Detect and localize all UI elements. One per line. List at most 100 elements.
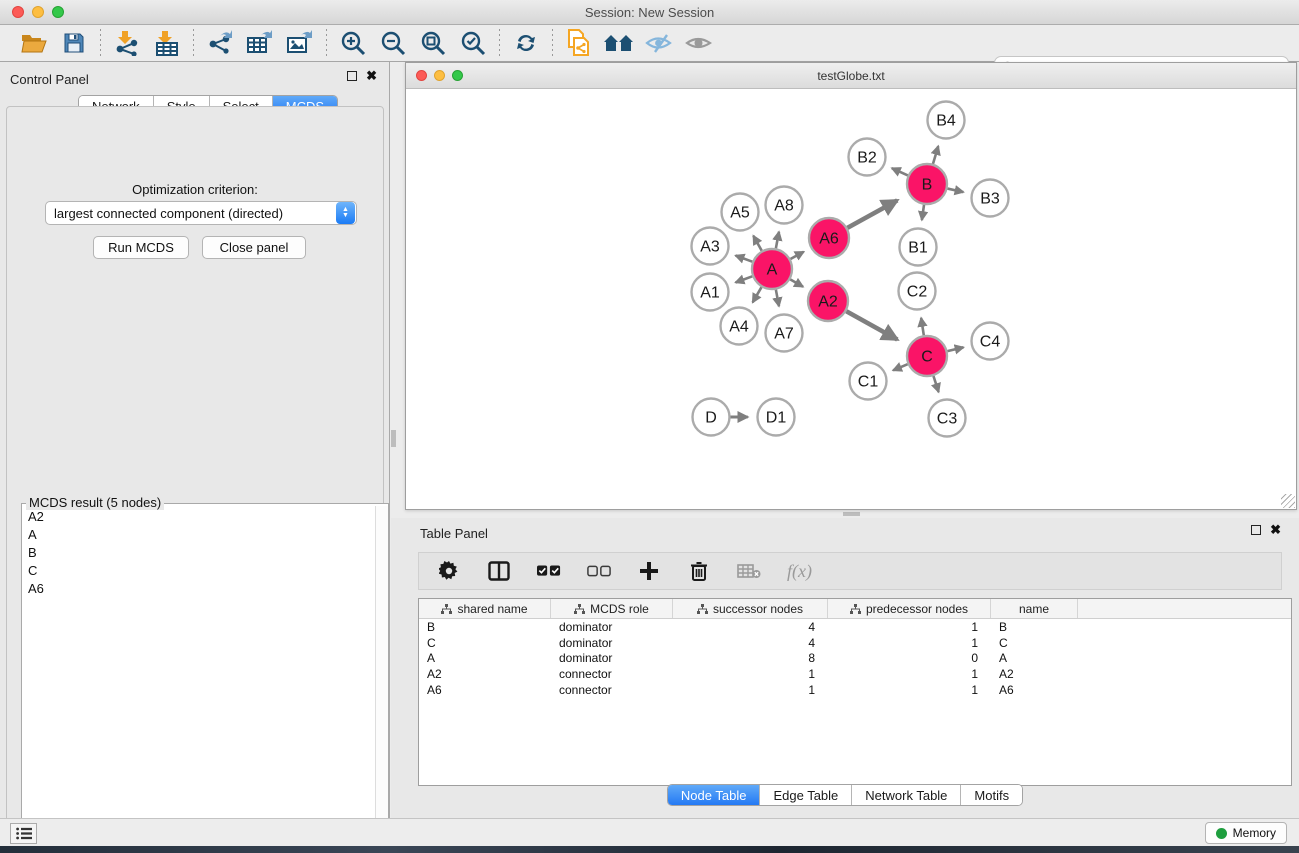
tab-network-table[interactable]: Network Table [852,785,961,805]
close-panel-button[interactable]: Close panel [202,236,306,259]
edge-C-C1[interactable] [893,364,908,370]
add-column-button[interactable] [637,562,661,580]
zoom-in-button[interactable] [333,28,373,58]
horizontal-splitter-grip[interactable] [843,512,860,516]
cell-name[interactable]: B [991,620,1078,634]
refresh-button[interactable] [506,28,546,58]
split-columns-button[interactable] [487,561,511,581]
column-header-MCDS-role[interactable]: MCDS role [551,599,673,618]
table-row[interactable]: Adominator80A [419,650,1291,666]
cell-shared-name[interactable]: C [419,636,551,650]
edge-B-B3[interactable] [947,189,963,193]
save-session-button[interactable] [54,28,94,58]
cell-predecessor-nodes[interactable]: 1 [828,620,991,634]
close-panel-icon[interactable]: ✖ [366,71,377,81]
open-session-button[interactable] [14,28,54,58]
network-graph-canvas[interactable]: B4B2BB3B1A5A8A6A3AA1A2C2A4A7CC4C1C3DD1 [406,89,1296,509]
edge-A6-B[interactable] [847,200,897,227]
home-button[interactable] [599,28,639,58]
show-hidden-button[interactable] [679,28,719,58]
cell-predecessor-nodes[interactable]: 1 [828,636,991,650]
copy-network-button[interactable] [559,28,599,58]
cell-predecessor-nodes[interactable]: 1 [828,667,991,681]
tab-motifs[interactable]: Motifs [961,785,1022,805]
cell-successor-nodes[interactable]: 1 [673,667,828,681]
float-table-panel-icon[interactable] [1251,525,1261,535]
cell-shared-name[interactable]: A [419,651,551,665]
zoom-selected-button[interactable] [453,28,493,58]
cell-predecessor-nodes[interactable]: 1 [828,683,991,697]
cell-successor-nodes[interactable]: 1 [673,683,828,697]
edge-A-A3[interactable] [736,255,753,261]
edge-B-B2[interactable] [892,168,908,175]
edge-C-C3[interactable] [933,376,938,392]
cell-MCDS-role[interactable]: connector [551,683,673,697]
cell-MCDS-role[interactable]: dominator [551,651,673,665]
cell-name[interactable]: C [991,636,1078,650]
cell-MCDS-role[interactable]: connector [551,667,673,681]
edge-A2-C[interactable] [846,311,897,339]
cell-shared-name[interactable]: A6 [419,683,551,697]
column-header-successor-nodes[interactable]: successor nodes [673,599,828,618]
table-row[interactable]: A6connector11A6 [419,682,1291,698]
import-network-button[interactable] [107,28,147,58]
delete-table-button[interactable] [737,563,761,579]
result-item[interactable]: A [23,525,374,543]
cell-shared-name[interactable]: B [419,620,551,634]
edge-A-A5[interactable] [753,236,761,251]
column-header-name[interactable]: name [991,599,1078,618]
cell-successor-nodes[interactable]: 4 [673,620,828,634]
cell-predecessor-nodes[interactable]: 0 [828,651,991,665]
column-header-predecessor-nodes[interactable]: predecessor nodes [828,599,991,618]
cell-name[interactable]: A [991,651,1078,665]
network-window-titlebar[interactable]: testGlobe.txt [406,63,1296,89]
cell-shared-name[interactable]: A2 [419,667,551,681]
edge-C-C2[interactable] [921,318,924,335]
cell-successor-nodes[interactable]: 8 [673,651,828,665]
select-all-columns-button[interactable] [537,565,561,578]
edge-C-C4[interactable] [947,347,963,351]
edge-B-B4[interactable] [933,146,938,164]
float-panel-icon[interactable] [347,71,357,81]
memory-button[interactable]: Memory [1205,822,1287,844]
cell-MCDS-role[interactable]: dominator [551,636,673,650]
export-image-button[interactable] [280,28,320,58]
mcds-result-list[interactable]: A2ABCA6 [23,507,374,839]
table-settings-button[interactable] [437,561,461,581]
export-network-button[interactable] [200,28,240,58]
edge-A-A6[interactable] [790,252,803,259]
result-item[interactable]: B [23,543,374,561]
result-item[interactable]: A2 [23,507,374,525]
cell-name[interactable]: A2 [991,667,1078,681]
result-item[interactable]: A6 [23,579,374,597]
deselect-all-columns-button[interactable] [587,565,611,578]
import-table-button[interactable] [147,28,187,58]
tab-node-table[interactable]: Node Table [668,785,761,805]
edge-A-A8[interactable] [776,232,779,249]
cell-MCDS-role[interactable]: dominator [551,620,673,634]
edge-A-A7[interactable] [776,290,779,307]
run-mcds-button[interactable]: Run MCDS [93,236,189,259]
hide-selected-button[interactable] [639,28,679,58]
column-header-shared-name[interactable]: shared name [419,599,551,618]
function-builder-button[interactable]: f(x) [787,561,812,582]
export-table-button[interactable] [240,28,280,58]
result-item[interactable]: C [23,561,374,579]
criterion-dropdown[interactable]: largest connected component (directed) ▲… [45,201,357,225]
edge-A-A2[interactable] [790,279,803,286]
cell-name[interactable]: A6 [991,683,1078,697]
task-history-button[interactable] [10,823,37,844]
edge-B-B1[interactable] [922,205,924,220]
edge-A-A4[interactable] [753,287,762,302]
table-row[interactable]: A2connector11A2 [419,666,1291,682]
delete-column-button[interactable] [687,561,711,581]
vertical-splitter-grip[interactable] [391,430,396,447]
window-resize-grip[interactable] [1281,494,1295,508]
close-table-panel-icon[interactable]: ✖ [1270,525,1281,535]
zoom-fit-button[interactable] [413,28,453,58]
zoom-out-button[interactable] [373,28,413,58]
table-row[interactable]: Cdominator41C [419,635,1291,651]
table-row[interactable]: Bdominator41B [419,619,1291,635]
edge-A-A1[interactable] [736,276,753,282]
result-scrollbar[interactable] [375,506,388,839]
